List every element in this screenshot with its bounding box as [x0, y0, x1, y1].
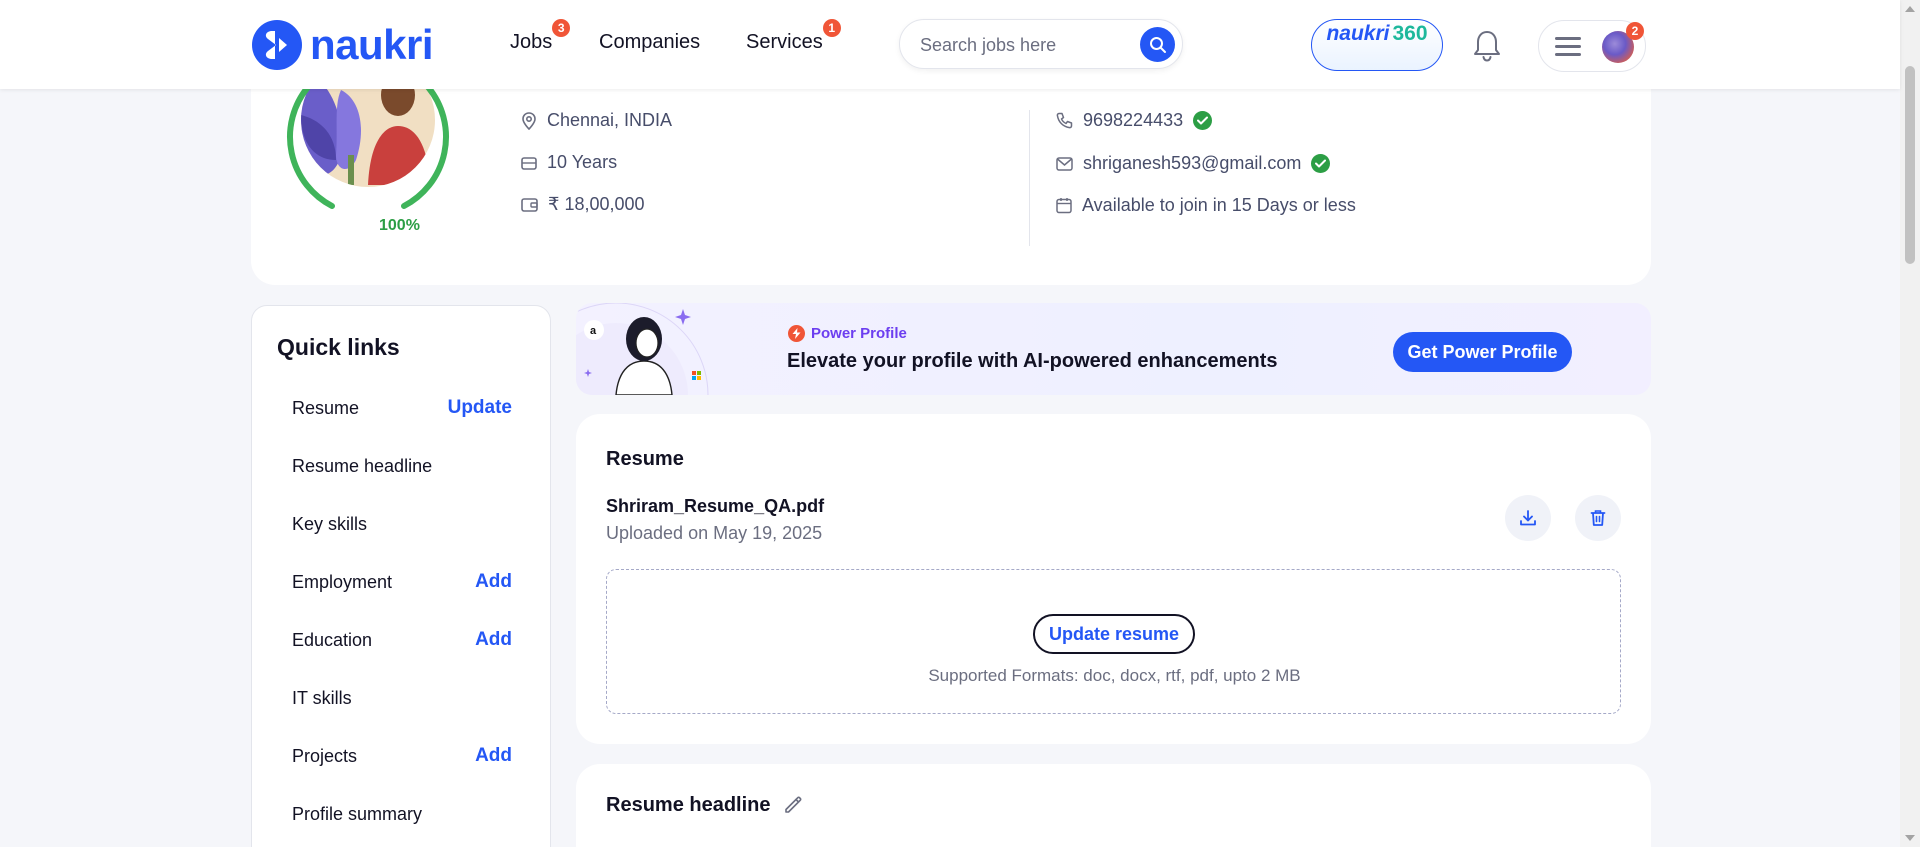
scroll-up-arrow[interactable] — [1905, 6, 1915, 12]
top-nav-bar: naukri Jobs 3 Companies Services 1 naukr… — [0, 0, 1900, 89]
get-power-profile-button[interactable]: Get Power Profile — [1393, 332, 1572, 372]
nav-services-label: Services — [746, 31, 823, 53]
calendar-icon — [1056, 198, 1072, 214]
scroll-down-arrow[interactable] — [1905, 835, 1915, 841]
page-scrollbar[interactable] — [1900, 0, 1920, 847]
naukri-360-number: 360 — [1392, 22, 1428, 45]
supported-formats-text: Supported Formats: doc, docx, rtf, pdf, … — [928, 666, 1301, 685]
naukri-logo[interactable]: naukri — [252, 18, 434, 72]
salary-text: ₹ 18,00,000 — [548, 194, 645, 214]
quick-link-employment[interactable]: Employment Add — [252, 563, 552, 603]
scrollbar-thumb[interactable] — [1905, 66, 1915, 264]
nav-jobs[interactable]: Jobs 3 — [510, 19, 571, 54]
profile-menu-button[interactable]: 2 — [1538, 20, 1646, 72]
availability-row: Available to join in 15 Days or less — [1056, 195, 1356, 216]
resume-card: Resume Shriram_Resume_QA.pdf Uploaded on… — [576, 414, 1651, 744]
experience-row: 10 Years — [521, 152, 617, 173]
add-projects-link[interactable]: Add — [475, 745, 512, 767]
quick-link-label: Education — [292, 630, 373, 650]
download-icon — [1520, 510, 1536, 526]
resume-headline-card: Resume headline — [576, 764, 1651, 847]
quick-links-title: Quick links — [277, 334, 400, 360]
jobs-count-badge: 3 — [552, 19, 571, 37]
phone-icon — [1056, 112, 1073, 129]
resume-upload-date: Uploaded on May 19, 2025 — [606, 523, 823, 543]
search-button[interactable] — [1140, 27, 1175, 62]
quick-link-label: Resume — [292, 398, 360, 418]
experience-text: 10 Years — [547, 152, 618, 172]
nav-companies[interactable]: Companies — [599, 31, 700, 54]
email-text: shriganesh593@gmail.com — [1083, 153, 1302, 173]
menu-count-badge: 2 — [1626, 22, 1644, 40]
logo-icon — [252, 20, 302, 70]
verified-icon — [1311, 154, 1331, 173]
resume-headline-title: Resume headline — [606, 794, 771, 816]
profile-completion-percent: 100% — [373, 217, 426, 235]
quick-link-it-skills[interactable]: IT skills — [252, 679, 552, 719]
hamburger-icon — [1555, 37, 1581, 57]
services-count-badge: 1 — [822, 19, 841, 37]
quick-links-panel: Quick links Resume Update Resume headlin… — [251, 305, 551, 847]
add-employment-link[interactable]: Add — [475, 571, 512, 593]
download-resume-button[interactable] — [1505, 495, 1551, 541]
add-education-link[interactable]: Add — [475, 629, 512, 651]
resume-upload-dropzone[interactable]: Update resume Supported Formats: doc, do… — [606, 569, 1621, 714]
bell-icon[interactable] — [1470, 28, 1504, 64]
power-profile-illustration: a — [576, 303, 709, 395]
delete-resume-button[interactable] — [1575, 495, 1621, 541]
search-input[interactable] — [920, 32, 1130, 58]
availability-text: Available to join in 15 Days or less — [1082, 195, 1356, 215]
quick-link-projects[interactable]: Projects Add — [252, 737, 552, 777]
quick-link-key-skills[interactable]: Key skills — [252, 505, 552, 545]
bolt-icon — [788, 325, 805, 342]
quick-link-label: IT skills — [292, 688, 352, 708]
power-profile-tag: Power Profile — [788, 325, 907, 342]
resume-file-name: Shriram_Resume_QA.pdf — [606, 496, 825, 516]
naukri-360-label: naukri — [1326, 22, 1390, 45]
wallet-icon — [521, 197, 538, 212]
quick-link-label: Resume headline — [292, 456, 433, 476]
svg-text:a: a — [590, 325, 597, 337]
quick-link-resume[interactable]: Resume Update — [252, 389, 552, 429]
quick-link-label: Projects — [292, 746, 358, 766]
update-resume-link[interactable]: Update — [448, 397, 512, 419]
nav-services[interactable]: Services 1 — [746, 19, 841, 54]
phone-text: 9698224433 — [1083, 110, 1184, 130]
delete-icon — [1590, 510, 1606, 526]
edit-icon[interactable] — [782, 794, 804, 816]
email-row: shriganesh593@gmail.com — [1056, 153, 1331, 174]
power-profile-banner: a Power Profile Elevate your profile wit… — [576, 303, 1651, 395]
location-icon — [522, 111, 536, 130]
verified-icon — [1193, 111, 1213, 130]
nav-companies-label: Companies — [599, 31, 701, 53]
update-resume-button[interactable]: Update resume — [1033, 614, 1195, 654]
quick-link-label: Key skills — [292, 514, 368, 534]
quick-link-label: Employment — [292, 572, 393, 592]
job-search-box — [899, 19, 1183, 69]
nav-jobs-label: Jobs — [510, 31, 553, 53]
power-profile-title: Elevate your profile with AI-powered enh… — [787, 350, 1278, 372]
info-divider — [1029, 110, 1030, 246]
briefcase-icon — [521, 156, 537, 170]
resume-section-title: Resume — [606, 448, 684, 470]
location-text: Chennai, INDIA — [547, 110, 673, 130]
naukri-360-button[interactable]: naukri 360 — [1311, 19, 1443, 71]
quick-link-profile-summary[interactable]: Profile summary — [252, 795, 552, 835]
quick-link-label: Profile summary — [292, 804, 423, 824]
salary-row: ₹ 18,00,000 — [521, 194, 645, 215]
logo-text: naukri — [310, 21, 434, 68]
search-icon — [1149, 36, 1166, 53]
quick-link-resume-headline[interactable]: Resume headline — [252, 447, 552, 487]
power-profile-tag-label: Power Profile — [811, 325, 907, 342]
quick-link-education[interactable]: Education Add — [252, 621, 552, 661]
phone-row: 9698224433 — [1056, 110, 1213, 131]
location-row: Chennai, INDIA — [521, 110, 672, 131]
mail-icon — [1056, 156, 1073, 171]
